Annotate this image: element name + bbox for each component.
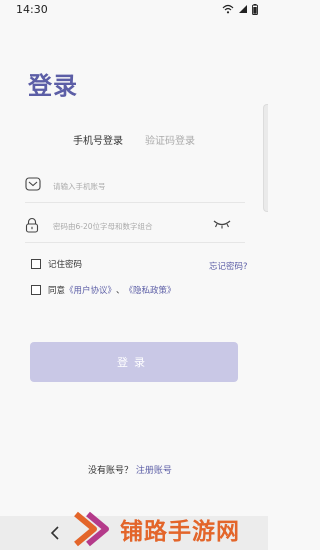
- edge-panel-handle[interactable]: [263, 104, 268, 212]
- account-field[interactable]: 请输入手机账号: [25, 170, 245, 203]
- battery-icon: [252, 3, 258, 15]
- signal-icon: [239, 5, 247, 13]
- remember-password-label: 记住密码: [48, 260, 83, 270]
- register-link[interactable]: 注册账号: [136, 466, 172, 476]
- remember-password-row: 记住密码: [31, 258, 82, 270]
- back-icon[interactable]: [50, 525, 60, 541]
- agreement-separator: 、: [116, 286, 125, 296]
- password-field[interactable]: 密码由6-20位字母和数字组合: [25, 210, 245, 243]
- register-row: 没有账号？ 注册账号: [88, 463, 172, 476]
- register-prompt: 没有账号？: [88, 466, 134, 476]
- agreement-prefix: 同意: [48, 286, 66, 296]
- tab-code-login[interactable]: 验证码登录: [145, 132, 195, 147]
- page-title: 登录: [28, 72, 78, 100]
- user-agreement-link[interactable]: 《用户协议》: [65, 284, 116, 296]
- privacy-policy-link[interactable]: 《隐私政策》: [125, 284, 176, 296]
- forgot-password-link[interactable]: 忘记密码?: [209, 260, 248, 272]
- status-icons: [222, 3, 258, 15]
- remember-password-checkbox[interactable]: [31, 259, 41, 269]
- agreement-row: 同意 《用户协议》 、 《隐私政策》: [31, 284, 176, 296]
- watermark-text: 铺路手游网: [120, 519, 240, 545]
- tab-phone-login[interactable]: 手机号登录: [73, 132, 123, 147]
- account-placeholder: 请输入手机账号: [53, 182, 106, 191]
- eye-closed-icon[interactable]: [213, 218, 231, 230]
- wifi-icon: [222, 4, 234, 14]
- password-placeholder: 密码由6-20位字母和数字组合: [53, 222, 153, 231]
- watermark: 铺路手游网: [72, 508, 268, 550]
- lock-icon: [25, 217, 39, 233]
- mail-icon: [25, 177, 41, 191]
- status-bar: 14:30: [0, 0, 268, 18]
- login-tabs: 手机号登录 验证码登录: [0, 132, 268, 148]
- agreement-checkbox[interactable]: [31, 285, 41, 295]
- status-time: 14:30: [16, 2, 48, 16]
- login-button[interactable]: 登录: [30, 342, 238, 382]
- watermark-logo-icon: [74, 511, 109, 547]
